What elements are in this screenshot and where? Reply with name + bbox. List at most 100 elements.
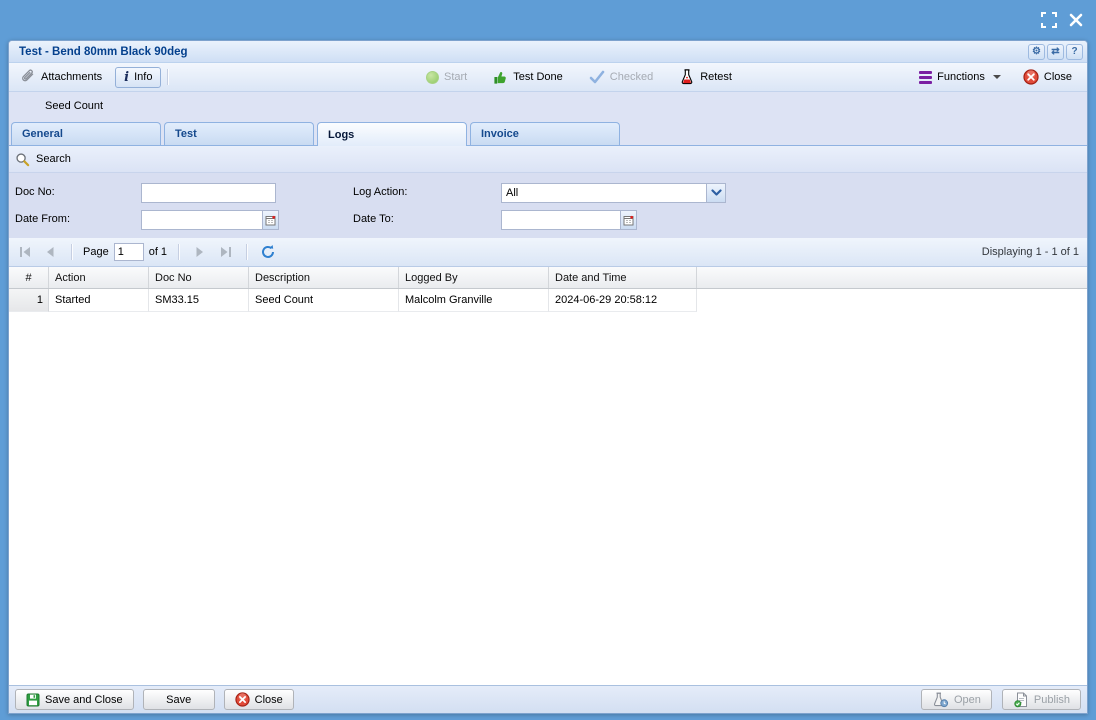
date-time-cell: 2024-06-29 20:58:12: [549, 289, 697, 312]
maximize-icon[interactable]: [1040, 11, 1057, 28]
menu-icon: [919, 71, 932, 84]
grid-header: # Action Doc No Description Logged By Da…: [9, 267, 1087, 289]
tab-bar: General Test Logs Invoice: [9, 120, 1087, 146]
search-panel-header[interactable]: Search: [9, 146, 1087, 173]
start-icon: [426, 71, 439, 84]
save-and-close-button[interactable]: Save and Close: [15, 689, 134, 710]
flask-icon: [679, 69, 695, 85]
first-page-button[interactable]: [15, 242, 35, 262]
close-icon[interactable]: [1067, 11, 1084, 28]
publish-label: Publish: [1034, 694, 1070, 706]
action-cell: Started: [49, 289, 149, 312]
tab-test[interactable]: Test: [164, 122, 314, 145]
close-button[interactable]: Close: [1018, 67, 1077, 87]
log-action-label: Log Action:: [353, 186, 407, 198]
column-header-action[interactable]: Action: [49, 267, 149, 288]
close-label: Close: [1044, 71, 1072, 83]
log-action-combo[interactable]: [501, 183, 707, 203]
logged-by-cell: Malcolm Granville: [399, 289, 549, 312]
filter-form: Doc No: Log Action: Date From: Date To:: [9, 173, 1087, 238]
page-label: Page: [83, 246, 109, 258]
thumbs-up-icon: [493, 70, 508, 85]
next-page-button[interactable]: [190, 242, 210, 262]
tab-logs[interactable]: Logs: [317, 122, 467, 146]
help-icon[interactable]: ?: [1066, 44, 1083, 60]
search-icon: [15, 152, 30, 167]
footer-toolbar: Save and Close Save Close Open Publish: [9, 685, 1087, 713]
test-done-label: Test Done: [513, 71, 563, 83]
log-action-dropdown-trigger[interactable]: [707, 183, 726, 203]
attachments-button[interactable]: Attachments: [15, 67, 107, 87]
date-to-input[interactable]: [501, 210, 621, 230]
refresh-icon[interactable]: ⇄: [1047, 44, 1064, 60]
open-label: Open: [954, 694, 981, 706]
publish-button[interactable]: Publish: [1002, 689, 1081, 710]
date-from-calendar-trigger[interactable]: [263, 210, 279, 230]
date-to-label: Date To:: [353, 213, 394, 225]
save-and-close-label: Save and Close: [45, 694, 123, 706]
info-button[interactable]: i Info: [115, 67, 161, 88]
checked-button[interactable]: Checked: [584, 68, 658, 86]
tab-invoice[interactable]: Invoice: [470, 122, 620, 145]
window-title: Test - Bend 80mm Black 90deg: [19, 46, 188, 58]
tab-general[interactable]: General: [11, 122, 161, 145]
start-label: Start: [444, 71, 467, 83]
last-page-button[interactable]: [215, 242, 235, 262]
settings-icon[interactable]: ⚙: [1028, 44, 1045, 60]
close-red-icon: [235, 692, 250, 707]
page-count-label: of 1: [149, 246, 167, 258]
paging-separator: [178, 244, 179, 260]
prev-page-button[interactable]: [40, 242, 60, 262]
row-number-cell: 1: [9, 289, 49, 312]
main-toolbar: Attachments i Info Start Test Done Check…: [9, 63, 1087, 92]
info-label: Info: [134, 71, 152, 83]
retest-button[interactable]: Retest: [674, 67, 737, 87]
subtitle-row: Seed Count: [9, 92, 1087, 120]
paging-separator: [246, 244, 247, 260]
column-header-number[interactable]: #: [9, 267, 49, 288]
open-flask-icon: [932, 692, 949, 708]
grid-body: [9, 312, 1087, 685]
column-header-filler: [697, 267, 1087, 288]
open-button[interactable]: Open: [921, 689, 992, 710]
toolbar-separator: [167, 69, 168, 85]
window-header: Test - Bend 80mm Black 90deg ⚙ ⇄ ?: [9, 41, 1087, 63]
column-header-date-time[interactable]: Date and Time: [549, 267, 697, 288]
attachments-label: Attachments: [41, 71, 102, 83]
refresh-button[interactable]: [258, 242, 278, 262]
check-icon: [589, 70, 605, 84]
refresh-icon: [260, 244, 276, 260]
calendar-icon: [265, 215, 276, 226]
doc-no-cell: SM33.15: [149, 289, 249, 312]
save-label: Save: [166, 694, 191, 706]
table-row[interactable]: 1 Started SM33.15 Seed Count Malcolm Gra…: [9, 289, 1087, 312]
date-from-input[interactable]: [141, 210, 263, 230]
calendar-icon: [623, 215, 634, 226]
next-page-icon: [195, 246, 205, 258]
close-window-button[interactable]: Close: [224, 689, 294, 710]
date-to-calendar-trigger[interactable]: [621, 210, 637, 230]
save-icon: [26, 693, 40, 707]
paging-toolbar: Page of 1 Displaying 1 - 1 of 1: [9, 238, 1087, 267]
date-from-label: Date From:: [15, 213, 70, 225]
checked-label: Checked: [610, 71, 653, 83]
info-icon: i: [124, 70, 129, 85]
prev-page-icon: [45, 246, 55, 258]
close-footer-label: Close: [255, 694, 283, 706]
first-page-icon: [19, 246, 32, 258]
test-done-button[interactable]: Test Done: [488, 68, 568, 87]
page-number-input[interactable]: [114, 243, 144, 261]
start-button[interactable]: Start: [421, 69, 472, 86]
save-button[interactable]: Save: [143, 689, 215, 710]
doc-no-input[interactable]: [141, 183, 276, 203]
chevron-down-icon: [993, 75, 1001, 79]
functions-button[interactable]: Functions: [914, 69, 1006, 86]
functions-label: Functions: [937, 71, 985, 83]
displaying-status: Displaying 1 - 1 of 1: [982, 246, 1079, 258]
column-header-logged-by[interactable]: Logged By: [399, 267, 549, 288]
doc-no-label: Doc No:: [15, 186, 55, 198]
column-header-doc-no[interactable]: Doc No: [149, 267, 249, 288]
column-header-description[interactable]: Description: [249, 267, 399, 288]
subtitle-label: Seed Count: [45, 100, 103, 112]
publish-icon: [1013, 692, 1029, 708]
